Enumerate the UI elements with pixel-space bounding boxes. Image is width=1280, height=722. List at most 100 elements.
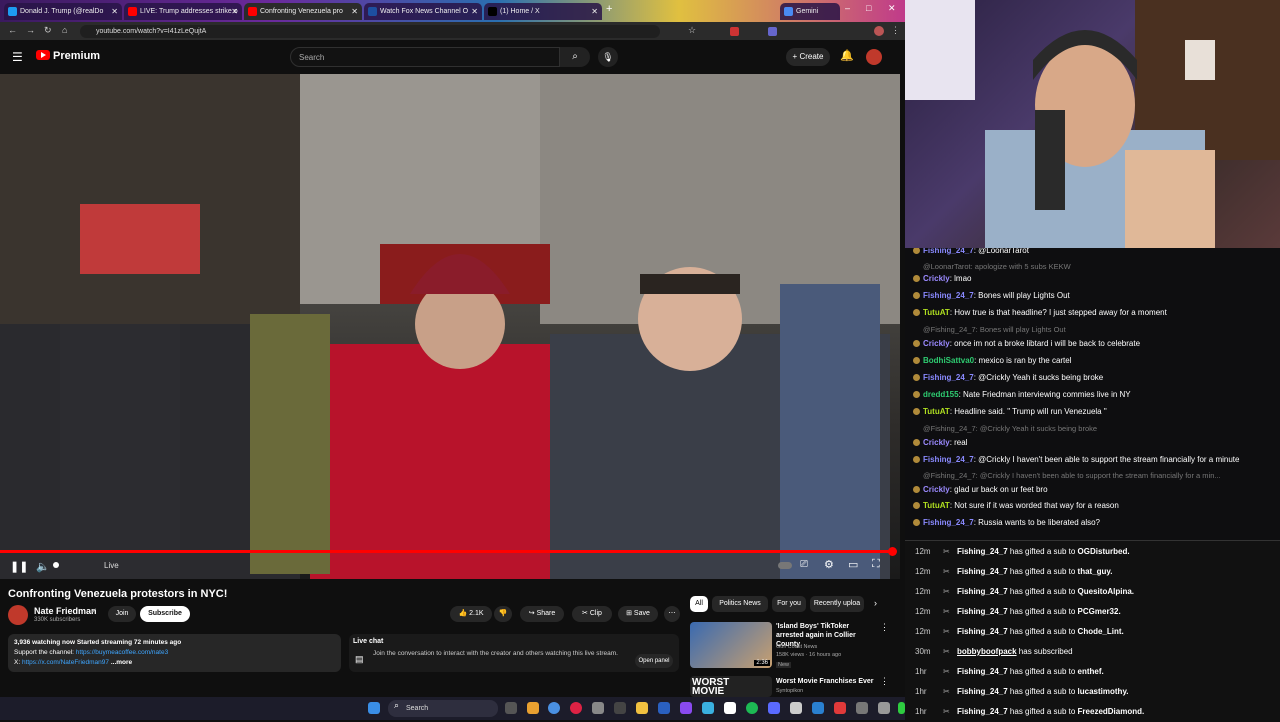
rec-thumbnail[interactable]: WORST MOVIE bbox=[690, 676, 772, 697]
chat-username[interactable]: Crickly bbox=[923, 438, 950, 447]
autoplay-toggle[interactable] bbox=[778, 562, 792, 569]
chat-username[interactable]: BodhiSattva0 bbox=[923, 356, 974, 365]
chip-for-you[interactable]: For you bbox=[772, 596, 806, 612]
url-field[interactable]: youtube.com/watch?v=I41zLeQujtA bbox=[80, 25, 660, 38]
progress-scrubber-handle[interactable] bbox=[888, 547, 897, 556]
volume-slider-handle[interactable] bbox=[53, 562, 59, 568]
clip-button[interactable]: ✂ Clip bbox=[572, 606, 612, 622]
share-button[interactable]: ↪ Share bbox=[520, 606, 564, 622]
chip-all[interactable]: All bbox=[690, 596, 708, 612]
back-icon[interactable]: ← bbox=[8, 25, 17, 35]
search-icon[interactable]: ⌕ bbox=[560, 47, 590, 67]
bookmark-star-icon[interactable]: ☆ bbox=[688, 25, 696, 36]
open-panel-button[interactable]: Open panel bbox=[635, 654, 673, 668]
app-icon[interactable] bbox=[856, 702, 868, 714]
browser-tab-active[interactable]: Confronting Venezuela pro ✕ bbox=[244, 3, 362, 20]
event-user[interactable]: Fishing_24_7 bbox=[957, 607, 1008, 616]
reload-icon[interactable]: ↻ bbox=[44, 25, 52, 36]
task-view-icon[interactable] bbox=[505, 702, 517, 714]
fullscreen-icon[interactable]: ⛶ bbox=[872, 558, 880, 571]
maximize-icon[interactable]: □ bbox=[866, 3, 871, 13]
close-tab-icon[interactable]: ✕ bbox=[471, 3, 478, 20]
browser-tab[interactable]: Donald J. Trump (@realDo ✕ bbox=[4, 3, 122, 20]
event-user[interactable]: Fishing_24_7 bbox=[957, 687, 1008, 696]
chat-username[interactable]: Crickly bbox=[923, 339, 950, 348]
video-description[interactable]: 3,936 watching now Started streaming 72 … bbox=[8, 634, 341, 672]
new-tab-icon[interactable]: + bbox=[606, 3, 612, 15]
more-options-icon[interactable]: ⋮ bbox=[880, 676, 889, 687]
app-icon[interactable] bbox=[592, 702, 604, 714]
app-icon[interactable] bbox=[570, 702, 582, 714]
volume-icon[interactable]: 🔈 bbox=[36, 560, 50, 573]
file-explorer-icon[interactable] bbox=[636, 702, 648, 714]
chip-recently-uploaded[interactable]: Recently uploa bbox=[810, 596, 864, 612]
app-icon[interactable] bbox=[878, 702, 890, 714]
save-button[interactable]: ⊞ Save bbox=[618, 606, 658, 622]
extension-icon[interactable] bbox=[768, 27, 777, 36]
chat-username[interactable]: Crickly bbox=[923, 274, 950, 283]
event-target[interactable]: that_guy. bbox=[1078, 567, 1113, 576]
chat-username[interactable]: Fishing_24_7 bbox=[923, 248, 974, 255]
home-icon[interactable]: ⌂ bbox=[62, 25, 67, 35]
event-target[interactable]: Chode_Lint. bbox=[1078, 627, 1124, 636]
account-avatar[interactable] bbox=[866, 49, 882, 65]
description-link[interactable]: https://x.com/NateFriedman97 bbox=[22, 659, 109, 666]
event-target[interactable]: OGDisturbed. bbox=[1078, 547, 1130, 556]
close-tab-icon[interactable]: ✕ bbox=[351, 3, 358, 20]
app-icon[interactable] bbox=[724, 702, 736, 714]
event-target[interactable]: QuesitoAlpina. bbox=[1078, 587, 1134, 596]
settings-gear-icon[interactable]: ⚙ bbox=[824, 558, 834, 571]
chat-username[interactable]: dredd155 bbox=[923, 390, 959, 399]
app-icon[interactable] bbox=[812, 702, 824, 714]
forward-icon[interactable]: → bbox=[26, 25, 35, 35]
browser-tab[interactable]: LIVE: Trump addresses strike o ✕ bbox=[124, 3, 242, 20]
chat-username[interactable]: Fishing_24_7 bbox=[923, 291, 974, 300]
like-button[interactable]: 👍 2.1K bbox=[450, 606, 492, 622]
browser-tab[interactable]: Watch Fox News Channel O ✕ bbox=[364, 3, 482, 20]
event-user[interactable]: Fishing_24_7 bbox=[957, 667, 1008, 676]
event-user[interactable]: Fishing_24_7 bbox=[957, 627, 1008, 636]
pause-icon[interactable]: ❚❚ bbox=[10, 560, 28, 573]
chat-username[interactable]: Crickly bbox=[923, 485, 950, 494]
spotify-icon[interactable] bbox=[746, 702, 758, 714]
menu-icon[interactable]: ⋮ bbox=[891, 25, 900, 36]
join-button[interactable]: Join bbox=[108, 606, 136, 622]
app-icon[interactable] bbox=[768, 702, 780, 714]
close-tab-icon[interactable]: ✕ bbox=[231, 3, 238, 20]
event-target[interactable]: FreezedDiamond. bbox=[1078, 707, 1145, 716]
video-progress-bar[interactable] bbox=[0, 550, 893, 553]
channel-name[interactable]: Nate Friedman bbox=[34, 606, 97, 616]
create-button[interactable]: + Create bbox=[786, 48, 830, 66]
dislike-button[interactable]: 👎 bbox=[494, 606, 512, 622]
event-target[interactable]: lucastimothy. bbox=[1078, 687, 1129, 696]
profile-avatar[interactable] bbox=[874, 26, 884, 36]
close-window-icon[interactable]: ✕ bbox=[888, 3, 896, 14]
event-user[interactable]: Fishing_24_7 bbox=[957, 567, 1008, 576]
close-tab-icon[interactable]: ✕ bbox=[111, 3, 118, 20]
hamburger-menu-icon[interactable]: ☰ bbox=[12, 50, 23, 64]
search-input[interactable]: Search bbox=[290, 47, 560, 67]
event-target[interactable]: PCGmer32. bbox=[1078, 607, 1121, 616]
youtube-logo[interactable]: Premium bbox=[36, 50, 100, 62]
app-icon[interactable] bbox=[702, 702, 714, 714]
terminal-icon[interactable] bbox=[614, 702, 626, 714]
minimize-icon[interactable]: – bbox=[845, 3, 850, 13]
more-options-icon[interactable]: ⋮ bbox=[880, 622, 889, 633]
description-link[interactable]: https://buymeacoffee.com/nate3 bbox=[76, 649, 168, 656]
event-user[interactable]: Fishing_24_7 bbox=[957, 547, 1008, 556]
event-user[interactable]: Fishing_24_7 bbox=[957, 707, 1008, 716]
chat-username[interactable]: TutuAT bbox=[923, 308, 950, 317]
app-icon[interactable] bbox=[527, 702, 539, 714]
browser-tab[interactable]: Gemini bbox=[780, 3, 840, 20]
chat-username[interactable]: Fishing_24_7 bbox=[923, 518, 974, 527]
rec-title[interactable]: Worst Movie Franchises Ever bbox=[776, 677, 876, 686]
miniplayer-icon[interactable]: ▭ bbox=[848, 558, 858, 571]
event-user[interactable]: Fishing_24_7 bbox=[957, 587, 1008, 596]
close-tab-icon[interactable]: ✕ bbox=[591, 3, 598, 20]
subscribe-button[interactable]: Subscribe bbox=[140, 606, 190, 622]
chat-username[interactable]: TutuAT bbox=[923, 407, 950, 416]
live-indicator[interactable]: Live bbox=[104, 561, 119, 570]
event-user[interactable]: bobbyboofpack bbox=[957, 647, 1017, 656]
chevron-right-icon[interactable]: › bbox=[874, 598, 877, 608]
microphone-icon[interactable]: 🎙 bbox=[598, 47, 618, 67]
